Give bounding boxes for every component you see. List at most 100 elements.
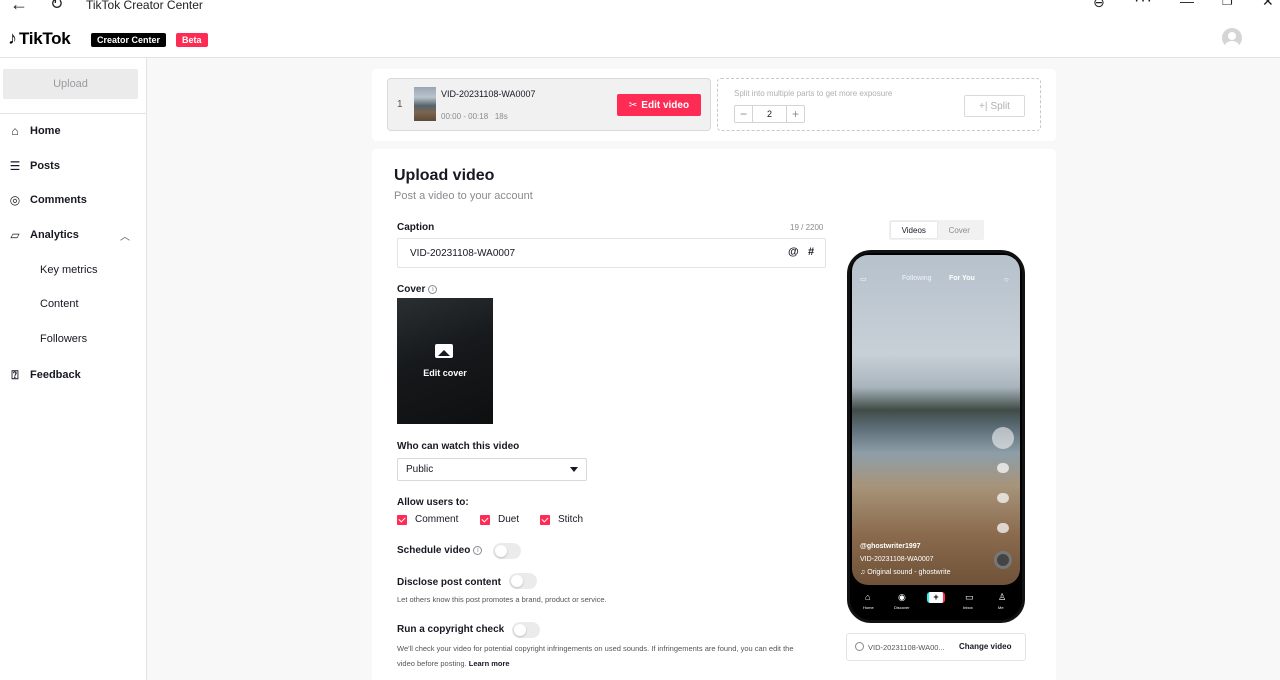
split-icon: +| xyxy=(979,100,988,112)
checkbox-checked-icon xyxy=(480,514,490,525)
sidebar-divider xyxy=(0,113,147,114)
edit-video-button[interactable]: ✂ Edit video xyxy=(617,94,701,116)
logo-text: TikTok xyxy=(19,28,71,48)
sidebar-item-comments[interactable]: ◎ Comments xyxy=(8,193,87,207)
caption-input[interactable]: VID-20231108-WA0007 @ # xyxy=(397,238,826,268)
stitch-checkbox[interactable]: Stitch xyxy=(540,514,583,525)
cover-preview[interactable]: Edit cover xyxy=(397,298,493,424)
creator-center-badge: Creator Center xyxy=(91,33,167,47)
image-icon xyxy=(435,344,453,358)
caret-down-icon xyxy=(570,467,578,472)
sidebar-item-feedback[interactable]: ⍰ Feedback xyxy=(8,367,80,382)
comment-checkbox-label: Comment xyxy=(415,514,459,525)
page-title: Upload video xyxy=(394,167,495,184)
window-title: TikTok Creator Center xyxy=(86,0,203,12)
restore-icon[interactable]: ❐ xyxy=(1222,0,1233,8)
split-hint: Split into multiple parts to get more ex… xyxy=(734,89,893,98)
preview-file-name: VID-20231108-WA00... xyxy=(868,643,945,652)
video-duration: 18s xyxy=(494,112,508,121)
copyright-desc-text: We'll check your video for potential cop… xyxy=(397,644,794,653)
sidebar-subitem-key-metrics[interactable]: Key metrics xyxy=(40,264,97,276)
sidebar-item-label: Home xyxy=(30,125,61,137)
disclose-label: Disclose post content xyxy=(397,577,501,588)
upload-button[interactable]: Upload xyxy=(3,69,138,99)
increment-button[interactable]: + xyxy=(786,106,804,122)
beta-badge: Beta xyxy=(176,33,208,47)
home-icon: ⌂ xyxy=(11,124,19,138)
mention-button[interactable]: @ xyxy=(788,246,799,258)
video-thumbnail xyxy=(414,87,436,121)
visibility-select[interactable]: Public xyxy=(397,458,587,481)
duet-checkbox-label: Duet xyxy=(498,514,520,525)
tab-cover[interactable]: Cover xyxy=(937,222,983,238)
chevron-up-icon[interactable]: ︿ xyxy=(120,228,130,243)
comment-bubble-icon xyxy=(997,493,1009,503)
change-video-button[interactable]: Change video xyxy=(959,642,1011,651)
feedback-icon: ⍰ xyxy=(11,367,19,382)
video-name: VID-20231108-WA0007 xyxy=(441,89,536,99)
copyright-description: We'll check your video for potential cop… xyxy=(397,641,837,671)
who-can-watch-label: Who can watch this video xyxy=(397,441,520,452)
duet-checkbox[interactable]: Duet xyxy=(480,514,519,525)
schedule-label-text: Schedule video xyxy=(397,545,471,556)
decrement-button[interactable]: − xyxy=(735,106,753,122)
back-arrow-icon[interactable]: ← xyxy=(10,0,28,15)
sidebar-item-analytics[interactable]: ▱ Analytics xyxy=(8,228,79,242)
caption-label: Caption xyxy=(397,222,435,233)
learn-more-link[interactable]: Learn more xyxy=(469,659,510,668)
sidebar-item-label: Analytics xyxy=(30,229,79,241)
sidebar-subitem-followers[interactable]: Followers xyxy=(40,333,87,345)
schedule-toggle[interactable] xyxy=(493,543,521,559)
more-options-icon[interactable]: ··· xyxy=(1134,0,1153,10)
reload-icon[interactable]: ↻ xyxy=(50,0,63,14)
cover-label-text: Cover xyxy=(397,284,426,295)
minimize-icon[interactable]: — xyxy=(1180,0,1194,9)
hashtag-button[interactable]: # xyxy=(808,246,814,258)
allow-users-label: Allow users to: xyxy=(397,497,469,508)
tab-videos[interactable]: Videos xyxy=(891,222,937,238)
disclose-toggle[interactable] xyxy=(509,573,537,589)
split-box: Split into multiple parts to get more ex… xyxy=(717,78,1041,131)
preview-video-name: VID-20231108-WA0007 xyxy=(860,556,934,563)
info-icon[interactable]: i xyxy=(428,284,438,294)
check-circle-icon xyxy=(855,642,864,651)
page-subtitle: Post a video to your account xyxy=(394,190,533,202)
scissors-icon: ✂ xyxy=(628,99,638,111)
comment-checkbox[interactable]: Comment xyxy=(397,514,458,525)
caption-value: VID-20231108-WA0007 xyxy=(410,248,516,259)
copyright-toggle[interactable] xyxy=(512,622,540,638)
bottom-inbox-icon: ▭ xyxy=(965,592,974,602)
sidebar-subitem-content[interactable]: Content xyxy=(40,298,79,310)
preview-sound: ♫ Original sound - ghostwrite xyxy=(860,569,950,576)
video-row: 1 VID-20231108-WA0007 00:00 - 00:18 18s … xyxy=(387,78,711,131)
avatar-body-shape xyxy=(1225,41,1239,48)
sidebar-item-posts[interactable]: ☰ Posts xyxy=(8,159,60,173)
edit-video-label: Edit video xyxy=(641,99,690,111)
app-header: ♪ TikTok Creator Center Beta xyxy=(0,14,1280,58)
visibility-value: Public xyxy=(406,464,434,475)
avatar[interactable] xyxy=(1222,28,1242,48)
video-time-range: 00:00 - 00:18 xyxy=(441,112,489,121)
split-count-stepper[interactable]: − 2 + xyxy=(734,105,805,123)
phone-bottom-bar: ⌂ ◉ + ▭ ♙ Home Discover Inbox Me xyxy=(850,587,1022,620)
upload-card: Upload video Post a video to your accoun… xyxy=(372,149,1056,680)
bottom-home-icon: ⌂ xyxy=(865,592,871,602)
video-index: 1 xyxy=(397,99,403,110)
nav-following: Following xyxy=(902,275,932,282)
sidebar-item-label: Comments xyxy=(30,194,87,206)
cover-label: Cover i xyxy=(397,284,438,295)
bottom-me-icon: ♙ xyxy=(998,592,1007,602)
live-icon: ▭ xyxy=(860,276,867,283)
zoom-out-icon[interactable]: ⊖ xyxy=(1093,0,1105,11)
split-button[interactable]: +| Split xyxy=(964,95,1025,117)
disclose-description: Let others know this post promotes a bra… xyxy=(397,595,607,604)
search-icon: ○ xyxy=(1004,275,1009,284)
close-icon[interactable]: ✕ xyxy=(1262,0,1274,10)
sidebar-item-home[interactable]: ⌂ Home xyxy=(8,124,61,138)
info-icon[interactable]: i xyxy=(473,545,483,555)
preview-tabs: Videos Cover xyxy=(889,220,984,240)
tiktok-logo[interactable]: ♪ TikTok xyxy=(8,28,71,49)
copyright-desc-text2: video before posting. xyxy=(397,659,467,668)
checkbox-checked-icon xyxy=(540,514,550,525)
bottom-me-label: Me xyxy=(998,605,1004,610)
